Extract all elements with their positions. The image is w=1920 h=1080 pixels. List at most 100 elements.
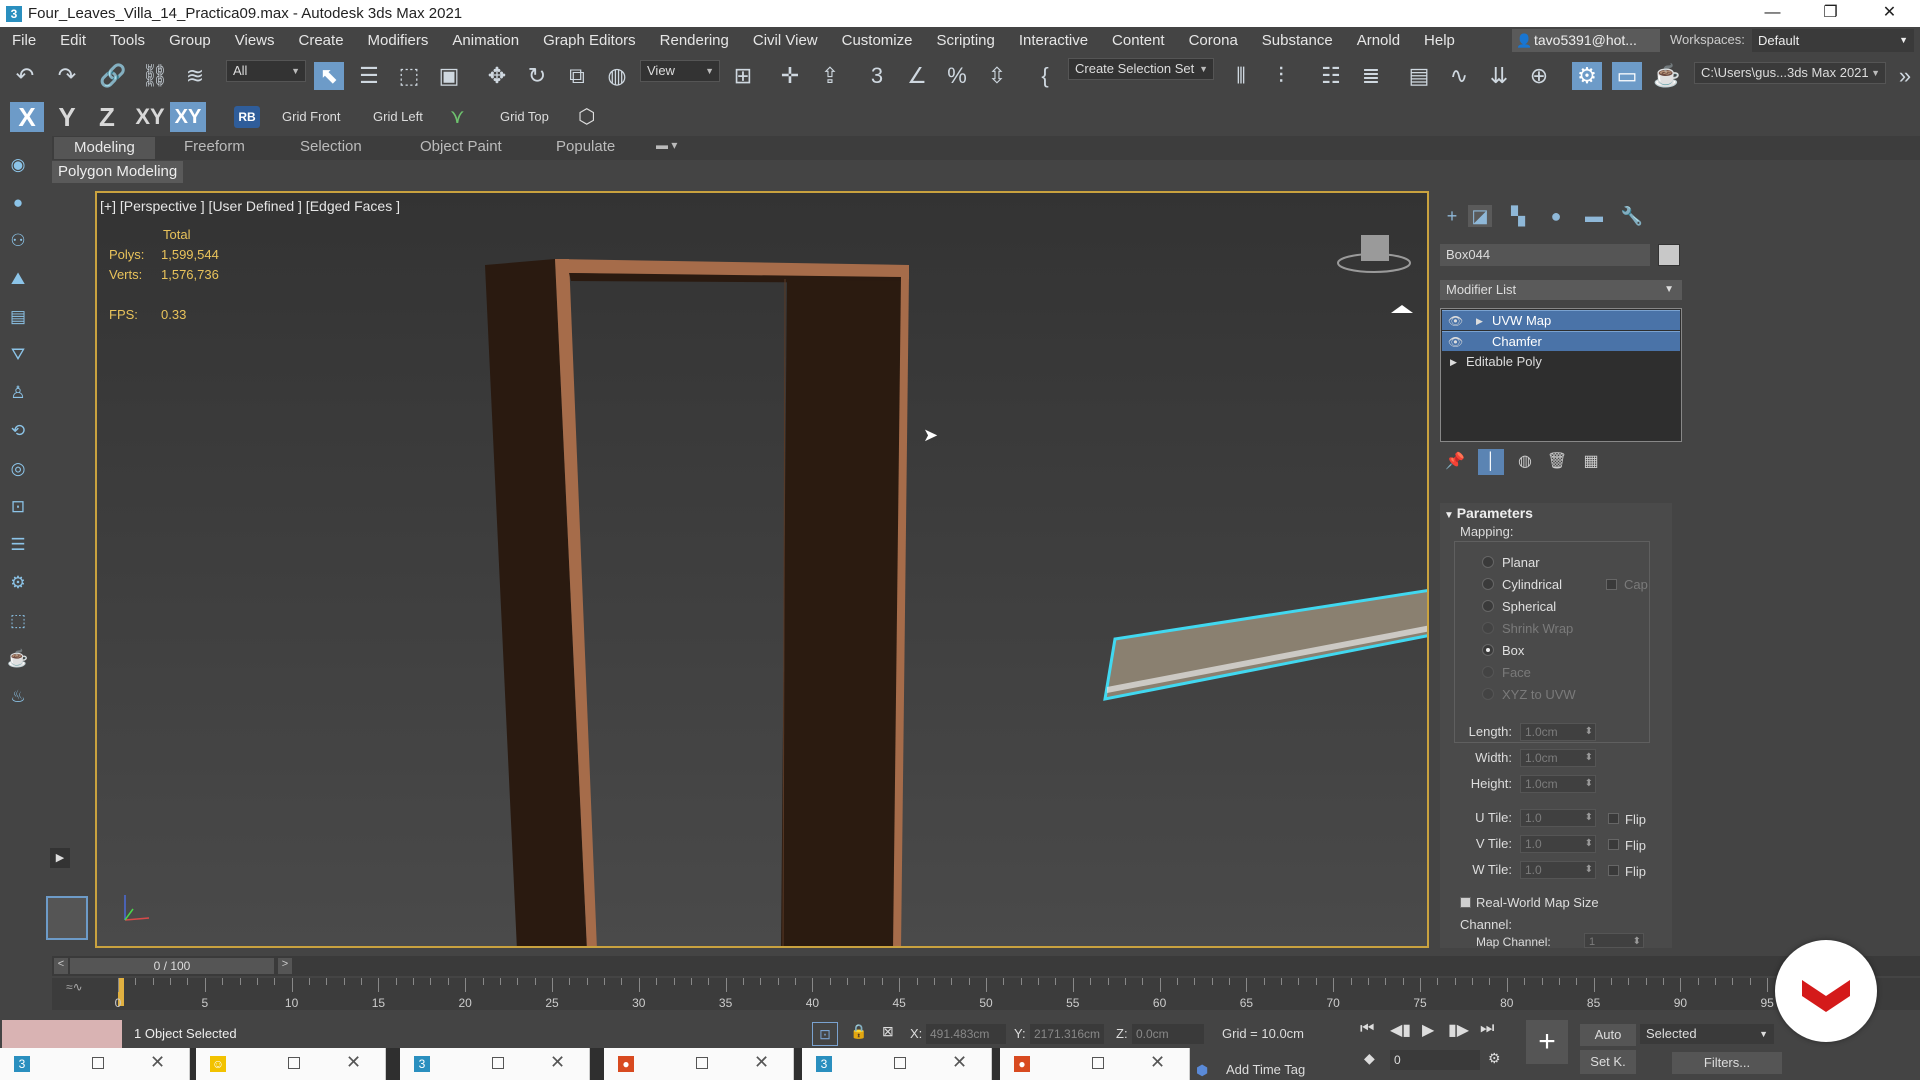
- v-flip-checkbox[interactable]: [1608, 839, 1619, 850]
- hexagon-icon[interactable]: ⬡: [578, 104, 595, 129]
- render-production-icon[interactable]: ☕: [1652, 62, 1682, 90]
- tab-selection[interactable]: Selection: [300, 138, 362, 155]
- task-window-1[interactable]: 3 ✕: [0, 1048, 190, 1080]
- chevron-down-icon[interactable]: ⋎: [450, 104, 465, 129]
- menu-edit[interactable]: Edit: [48, 32, 98, 49]
- display-tab-icon[interactable]: ▬: [1582, 205, 1606, 227]
- key-filters-button[interactable]: Filters...: [1672, 1052, 1782, 1074]
- move-icon[interactable]: ✥: [482, 62, 512, 90]
- next-frame-icon[interactable]: ▮▶: [1448, 1020, 1469, 1040]
- close-icon[interactable]: ✕: [952, 1052, 967, 1073]
- w-tile-spinner[interactable]: 1.0: [1520, 861, 1596, 879]
- reference-coordinate-dropdown[interactable]: View: [640, 60, 720, 82]
- show-end-result-icon[interactable]: │: [1478, 449, 1504, 475]
- radio-cylindrical[interactable]: [1482, 578, 1494, 590]
- radio-planar[interactable]: [1482, 556, 1494, 568]
- constrain-y-button[interactable]: Y: [50, 102, 84, 132]
- rect-selection-icon[interactable]: ⬚: [394, 62, 424, 90]
- tab-freeform[interactable]: Freeform: [184, 138, 245, 155]
- cap-checkbox[interactable]: [1606, 579, 1617, 590]
- edit-named-selection-icon[interactable]: {: [1030, 62, 1060, 90]
- u-tile-spinner[interactable]: 1.0: [1520, 809, 1596, 827]
- set-key-icon[interactable]: +: [1526, 1020, 1568, 1064]
- curve-editor-icon[interactable]: ∿: [1444, 62, 1474, 90]
- render-setup-icon[interactable]: ⚙: [1572, 62, 1602, 90]
- map-channel-spinner[interactable]: 1: [1584, 933, 1644, 950]
- close-icon[interactable]: ✕: [346, 1052, 361, 1073]
- object-name-field[interactable]: Box044: [1440, 244, 1650, 266]
- menu-substance[interactable]: Substance: [1250, 32, 1345, 49]
- constrain-xy-cycle-button[interactable]: XY: [170, 102, 206, 132]
- window-crossing-icon[interactable]: ▣: [434, 62, 464, 90]
- pivot-center-icon[interactable]: ⊞: [728, 62, 758, 90]
- menu-scripting[interactable]: Scripting: [924, 32, 1006, 49]
- toolbar-overflow-icon[interactable]: »: [1890, 62, 1920, 90]
- viewport-layout-button[interactable]: [46, 896, 88, 940]
- menu-graph-editors[interactable]: Graph Editors: [531, 32, 648, 49]
- task-window-2[interactable]: ☺ ✕: [196, 1048, 386, 1080]
- modifier-list-dropdown[interactable]: Modifier List: [1440, 280, 1682, 300]
- ribbon-options-icon[interactable]: ▬ ▾: [656, 138, 677, 152]
- auto-key-button[interactable]: Auto: [1580, 1024, 1636, 1046]
- height-spinner[interactable]: 1.0cm: [1520, 775, 1596, 793]
- time-slider-thumb[interactable]: 0 / 100: [70, 958, 274, 974]
- menu-interactive[interactable]: Interactive: [1007, 32, 1100, 49]
- viewport-label[interactable]: [+] [Perspective ] [User Defined ] [Edge…: [100, 198, 400, 214]
- add-time-tag[interactable]: Add Time Tag: [1226, 1062, 1305, 1077]
- hierarchy-tab-icon[interactable]: ▚: [1506, 205, 1530, 227]
- radio-xyz-to-uvw[interactable]: [1482, 688, 1494, 700]
- named-selection-set-dropdown[interactable]: Create Selection Set: [1068, 58, 1214, 80]
- layer-explorer-icon[interactable]: ≣: [1356, 62, 1386, 90]
- motion-icon[interactable]: ⛰: [7, 268, 29, 290]
- pin-stack-icon[interactable]: 📌: [1442, 449, 1468, 475]
- z-coordinate[interactable]: 0.0cm: [1132, 1024, 1204, 1044]
- keyboard-shortcut-toggle-icon[interactable]: ⇪: [815, 62, 845, 90]
- angle-snap-icon[interactable]: ∠: [902, 62, 932, 90]
- stack-item-chamfer[interactable]: 👁 Chamfer: [1442, 331, 1680, 351]
- lock-icon[interactable]: 🔒: [850, 1023, 867, 1040]
- menu-modifiers[interactable]: Modifiers: [356, 32, 441, 49]
- object-color-swatch[interactable]: [1658, 244, 1680, 266]
- prev-frame-button[interactable]: <: [54, 958, 68, 974]
- time-slider[interactable]: < 0 / 100 >: [52, 956, 1920, 976]
- sphere-icon[interactable]: ●: [7, 192, 29, 214]
- x-coordinate[interactable]: 491.483cm: [926, 1024, 1006, 1044]
- grid-front-button[interactable]: Grid Front: [282, 109, 341, 124]
- close-icon[interactable]: ✕: [150, 1052, 165, 1073]
- go-to-start-icon[interactable]: ⏮: [1360, 1020, 1374, 1038]
- length-spinner[interactable]: 1.0cm: [1520, 723, 1596, 741]
- list-icon[interactable]: ☰: [7, 534, 29, 556]
- menu-animation[interactable]: Animation: [440, 32, 531, 49]
- remove-modifier-icon[interactable]: 🗑: [1544, 449, 1570, 475]
- maximize-icon[interactable]: [92, 1057, 104, 1069]
- time-tag-icon[interactable]: ⬢: [1196, 1062, 1208, 1079]
- close-icon[interactable]: ✕: [550, 1052, 565, 1073]
- make-unique-icon[interactable]: ◍: [1512, 449, 1538, 475]
- radio-face[interactable]: [1482, 666, 1494, 678]
- previous-frame-icon[interactable]: ◀▮: [1390, 1020, 1411, 1040]
- eye-icon[interactable]: 👁: [1448, 332, 1463, 352]
- frame-field[interactable]: 0: [1390, 1050, 1480, 1070]
- maximize-icon[interactable]: [492, 1057, 504, 1069]
- paint-icon[interactable]: ⛛: [7, 344, 29, 366]
- set-key-button[interactable]: Set K.: [1580, 1050, 1636, 1074]
- select-by-name-icon[interactable]: ☰: [354, 62, 384, 90]
- close-icon[interactable]: ✕: [1150, 1052, 1165, 1073]
- menu-civil-view[interactable]: Civil View: [741, 32, 830, 49]
- radio-shrink-wrap[interactable]: [1482, 622, 1494, 634]
- w-flip-checkbox[interactable]: [1608, 865, 1619, 876]
- expand-arrow-icon[interactable]: ▶: [1476, 311, 1483, 331]
- task-window-4[interactable]: ● ✕: [604, 1048, 794, 1080]
- globe-icon[interactable]: ◎: [7, 458, 29, 480]
- figure-icon[interactable]: ♙: [7, 382, 29, 404]
- unlink-icon[interactable]: ⛓: [140, 62, 170, 90]
- v-tile-spinner[interactable]: 1.0: [1520, 835, 1596, 853]
- bones-icon[interactable]: ⊡: [7, 496, 29, 518]
- configure-modifier-sets-icon[interactable]: ▦: [1578, 449, 1604, 475]
- go-to-end-icon[interactable]: ⏭: [1480, 1020, 1494, 1038]
- u-flip-checkbox[interactable]: [1608, 813, 1619, 824]
- key-filter-dropdown[interactable]: Selected ▼: [1640, 1024, 1774, 1044]
- frame-icon[interactable]: ⬚: [7, 610, 29, 632]
- close-icon[interactable]: ✕: [754, 1052, 769, 1073]
- create-icon[interactable]: ◉: [7, 154, 29, 176]
